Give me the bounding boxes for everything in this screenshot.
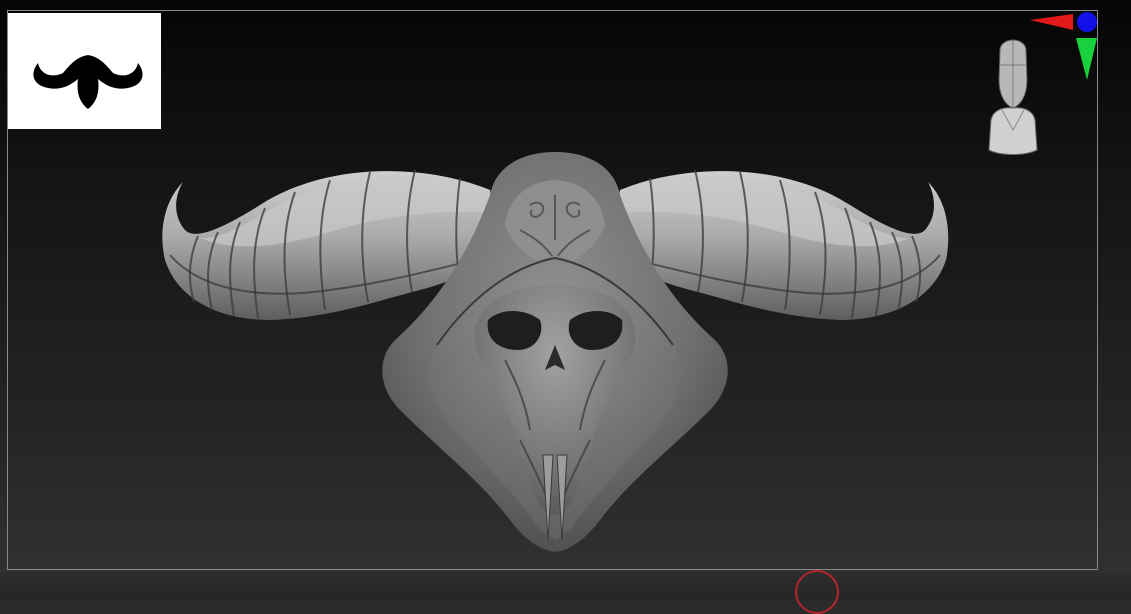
axis-z-handle[interactable]	[1077, 12, 1097, 32]
app-window	[0, 0, 1131, 614]
brush-cursor	[795, 570, 839, 614]
navigation-gizmo[interactable]	[975, 10, 1105, 160]
thumbnail-view[interactable]	[8, 13, 161, 129]
horned-skull-model[interactable]	[162, 152, 949, 552]
axis-x-arrow[interactable]	[1030, 14, 1073, 30]
axis-y-arrow[interactable]	[1076, 38, 1097, 80]
head-orientation-icon[interactable]	[988, 39, 1038, 155]
horned-head-silhouette-icon	[33, 55, 143, 109]
document-canvas[interactable]	[0, 0, 1131, 600]
